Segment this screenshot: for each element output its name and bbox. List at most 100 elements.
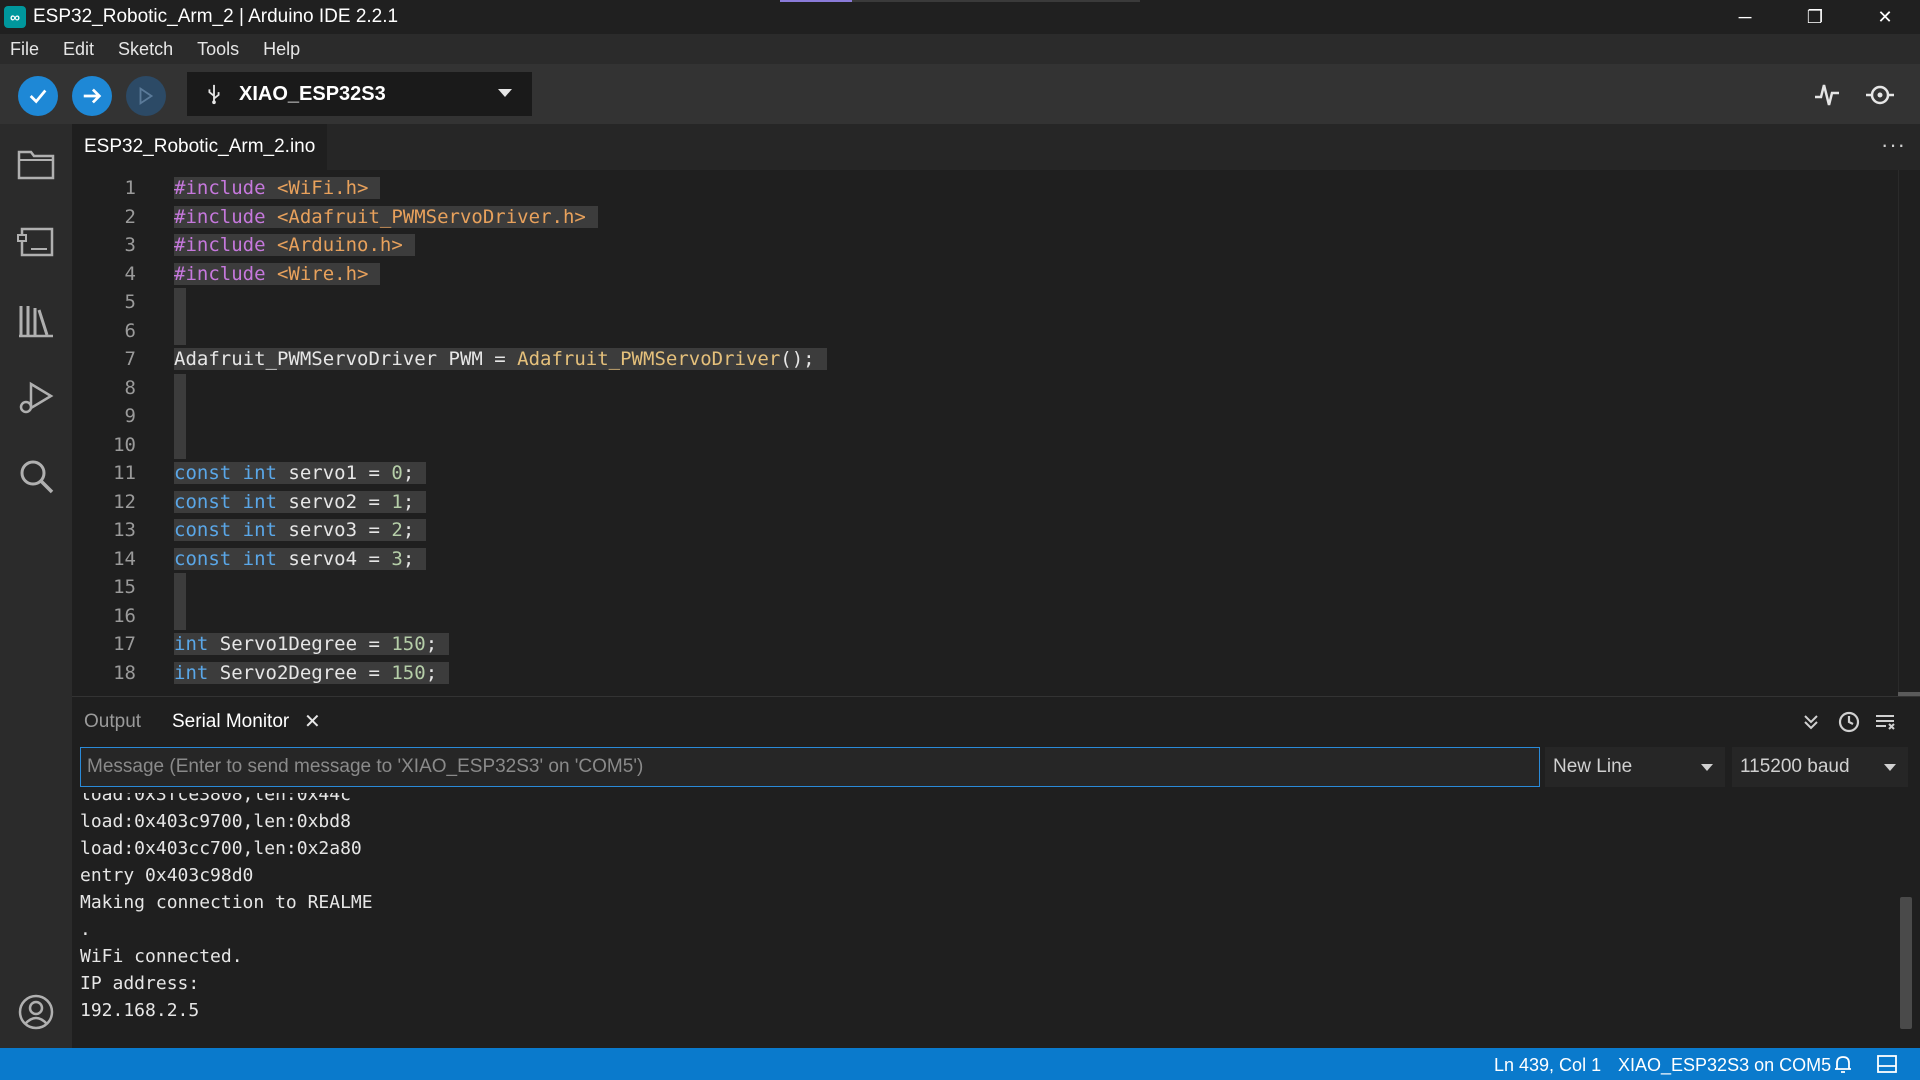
serial-line: load:0x403c9700,len:0xbd8 <box>80 811 351 832</box>
window-controls: ─ ❐ ✕ <box>1710 0 1920 34</box>
tab-output[interactable]: Output <box>84 711 141 733</box>
code-token: 1 <box>391 490 403 513</box>
line-number: 7 <box>124 348 136 370</box>
library-manager-button[interactable] <box>14 298 58 342</box>
serial-output[interactable]: load:0x3fce3808,len:0x44c load:0x403c970… <box>72 793 1892 1049</box>
baud-rate-select[interactable]: 115200 baud <box>1732 747 1908 787</box>
plotter-icon <box>1815 84 1839 106</box>
code-line: 6 <box>72 316 1920 345</box>
code-editor[interactable]: 1 #include <WiFi.h> 2 #include <Adafruit… <box>72 170 1920 696</box>
menu-file[interactable]: File <box>10 39 39 60</box>
toggle-timestamp-button[interactable] <box>1836 709 1862 735</box>
board-selector[interactable]: XIAO_ESP32S3 <box>187 72 532 116</box>
code-token: #include <box>174 234 266 256</box>
serial-monitor-button[interactable] <box>1864 78 1898 112</box>
code-line: 12 const int servo2 = 1; <box>72 488 1920 517</box>
code-token: 3 <box>391 547 403 570</box>
clear-output-icon <box>1876 715 1895 730</box>
code-token: ; <box>402 547 415 570</box>
sketchbook-button[interactable] <box>14 142 58 186</box>
menu-sketch[interactable]: Sketch <box>118 39 173 60</box>
code-token: servo4 = <box>276 547 392 570</box>
close-window-button[interactable]: ✕ <box>1850 0 1920 34</box>
menu-help[interactable]: Help <box>263 39 300 60</box>
line-number: 8 <box>124 376 136 399</box>
code-token: servo3 = <box>276 519 392 541</box>
restore-button[interactable]: ❐ <box>1780 0 1850 34</box>
chevron-down-icon <box>498 89 512 97</box>
code-line: 3 #include <Arduino.h> <box>72 231 1920 260</box>
tab-sketch-file[interactable]: ESP32_Robotic_Arm_2.ino <box>72 124 328 170</box>
debug-view-button[interactable] <box>14 376 58 420</box>
status-bar: Ln 439, Col 1 XIAO_ESP32S3 on COM5 <box>0 1048 1920 1080</box>
code-token: #include <box>174 177 266 199</box>
search-button[interactable] <box>14 454 58 498</box>
more-actions-icon[interactable]: ··· <box>1881 132 1906 158</box>
menu-edit[interactable]: Edit <box>63 39 94 60</box>
code-token: <Arduino.h> <box>276 234 403 256</box>
minimize-button[interactable]: ─ <box>1710 0 1780 34</box>
double-chevron-down-icon <box>1804 715 1818 730</box>
serial-plotter-button[interactable] <box>1810 78 1844 112</box>
arduino-logo-icon: ∞ <box>4 6 26 28</box>
menu-bar: File Edit Sketch Tools Help <box>0 34 1920 64</box>
code-token: const <box>174 490 232 513</box>
search-icon <box>20 460 54 494</box>
upload-button[interactable] <box>72 76 112 116</box>
line-number: 16 <box>113 604 136 627</box>
code-line: 14 const int servo4 = 3; <box>72 545 1920 574</box>
code-token: const <box>174 519 232 541</box>
code-token: <WiFi.h> <box>276 177 369 199</box>
check-icon <box>29 89 47 104</box>
editor-scrollbar[interactable] <box>1898 170 1920 696</box>
verify-button[interactable] <box>18 76 58 116</box>
serial-line: load:0x403cc700,len:0x2a80 <box>80 838 362 859</box>
title-bar: ∞ ESP32_Robotic_Arm_2 | Arduino IDE 2.2.… <box>0 0 1920 34</box>
cursor-position[interactable]: Ln 439, Col 1 <box>1494 1055 1601 1076</box>
code-token: 150 <box>391 633 426 655</box>
line-number: 3 <box>124 234 136 256</box>
line-number: 1 <box>124 177 136 199</box>
serial-line: WiFi connected. <box>80 946 243 967</box>
board-icon <box>17 227 54 257</box>
toggle-panel-button[interactable] <box>1876 1053 1898 1075</box>
boards-manager-button[interactable] <box>14 220 58 264</box>
serial-message-input[interactable] <box>80 747 1540 787</box>
serial-scrollbar[interactable] <box>1900 897 1912 1029</box>
panel-layout-icon <box>1877 1055 1897 1073</box>
code-line: 4 #include <Wire.h> <box>72 260 1920 289</box>
code-line: 18 int Servo2Degree = 150; <box>72 659 1920 688</box>
debug-icon <box>139 86 154 106</box>
notifications-button[interactable] <box>1832 1053 1854 1075</box>
line-ending-select[interactable]: New Line <box>1545 747 1725 787</box>
baud-rate-value: 115200 baud <box>1740 756 1850 777</box>
chevron-down-icon <box>1884 764 1896 771</box>
menu-tools[interactable]: Tools <box>197 39 239 60</box>
account-button[interactable] <box>14 990 58 1034</box>
code-line: 10 <box>72 430 1920 459</box>
code-line: 1 #include <WiFi.h> <box>72 174 1920 203</box>
tab-serial-monitor[interactable]: Serial Monitor <box>172 711 289 733</box>
board-port-status[interactable]: XIAO_ESP32S3 on COM5 <box>1618 1055 1831 1076</box>
line-number: 6 <box>124 319 136 342</box>
usb-icon <box>208 84 220 105</box>
serial-line: entry 0x403c98d0 <box>80 865 254 886</box>
code-line: 13 const int servo3 = 2; <box>72 516 1920 545</box>
code-line: 8 <box>72 373 1920 402</box>
serial-line: load:0x3fce3808,len:0x44c <box>80 793 351 805</box>
code-token: 150 <box>391 661 426 684</box>
code-line: 7 Adafruit_PWMServoDriver PWM = Adafruit… <box>72 345 1920 374</box>
line-number: 13 <box>113 519 136 541</box>
code-token: #include <box>174 262 266 285</box>
debug-button[interactable] <box>126 76 166 116</box>
bell-icon <box>1835 1056 1851 1073</box>
clear-output-button[interactable] <box>1872 709 1898 735</box>
line-number: 17 <box>113 633 136 655</box>
code-token: <Wire.h> <box>276 262 369 285</box>
code-token: Servo1Degree = <box>208 633 392 655</box>
code-token: int <box>242 490 277 513</box>
editor-tab-bar: ESP32_Robotic_Arm_2.ino ··· <box>72 124 1920 170</box>
code-line: 2 #include <Adafruit_PWMServoDriver.h> <box>72 203 1920 232</box>
close-icon[interactable]: ✕ <box>304 709 321 734</box>
toggle-autoscroll-button[interactable] <box>1798 709 1824 735</box>
